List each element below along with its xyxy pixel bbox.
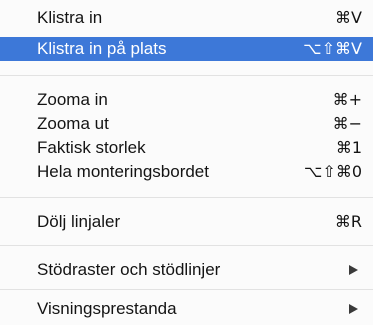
- menu-separator: [0, 197, 373, 198]
- menu-item-zoom-out[interactable]: Zooma ut ⌘−: [0, 112, 373, 136]
- context-menu: Klistra in ⌘V Klistra in på plats ⌥⇧⌘V Z…: [0, 0, 373, 325]
- menu-item-label: Visningsprestanda: [37, 299, 177, 318]
- menu-item-shortcut: ⌘V: [335, 8, 362, 27]
- menu-item-entire-pasteboard[interactable]: Hela monteringsbordet ⌥⇧⌘0: [0, 160, 373, 184]
- menu-item-actual-size[interactable]: Faktisk storlek ⌘1: [0, 136, 373, 160]
- submenu-arrow-icon: [349, 304, 358, 314]
- menu-item-grids-and-guides[interactable]: Stödraster och stödlinjer: [0, 258, 373, 282]
- menu-item-paste-in-place[interactable]: Klistra in på plats ⌥⇧⌘V: [0, 37, 373, 61]
- menu-item-label: Dölj linjaler: [37, 212, 121, 231]
- menu-item-shortcut: ⌘+: [332, 90, 362, 109]
- menu-separator: [0, 289, 373, 290]
- menu-item-shortcut: ⌘1: [335, 138, 362, 157]
- menu-item-display-performance[interactable]: Visningsprestanda: [0, 297, 373, 321]
- menu-item-shortcut: ⌥⇧⌘0: [303, 162, 362, 181]
- menu-item-label: Klistra in på plats: [37, 39, 167, 58]
- menu-item-hide-rulers[interactable]: Dölj linjaler ⌘R: [0, 210, 373, 234]
- menu-item-shortcut: ⌥⇧⌘V: [303, 39, 362, 58]
- menu-item-label: Stödraster och stödlinjer: [37, 260, 221, 279]
- menu-separator: [0, 245, 373, 246]
- menu-item-shortcut: ⌘−: [332, 114, 362, 133]
- menu-item-zoom-in[interactable]: Zooma in ⌘+: [0, 88, 373, 112]
- menu-item-label: Klistra in: [37, 8, 103, 27]
- menu-item-shortcut: ⌘R: [334, 212, 362, 231]
- submenu-arrow-icon: [349, 265, 358, 275]
- menu-item-label: Hela monteringsbordet: [37, 162, 209, 181]
- menu-item-paste[interactable]: Klistra in ⌘V: [0, 6, 373, 30]
- menu-item-label: Zooma in: [37, 90, 108, 109]
- menu-separator: [0, 75, 373, 76]
- menu-item-label: Faktisk storlek: [37, 138, 146, 157]
- menu-item-label: Zooma ut: [37, 114, 109, 133]
